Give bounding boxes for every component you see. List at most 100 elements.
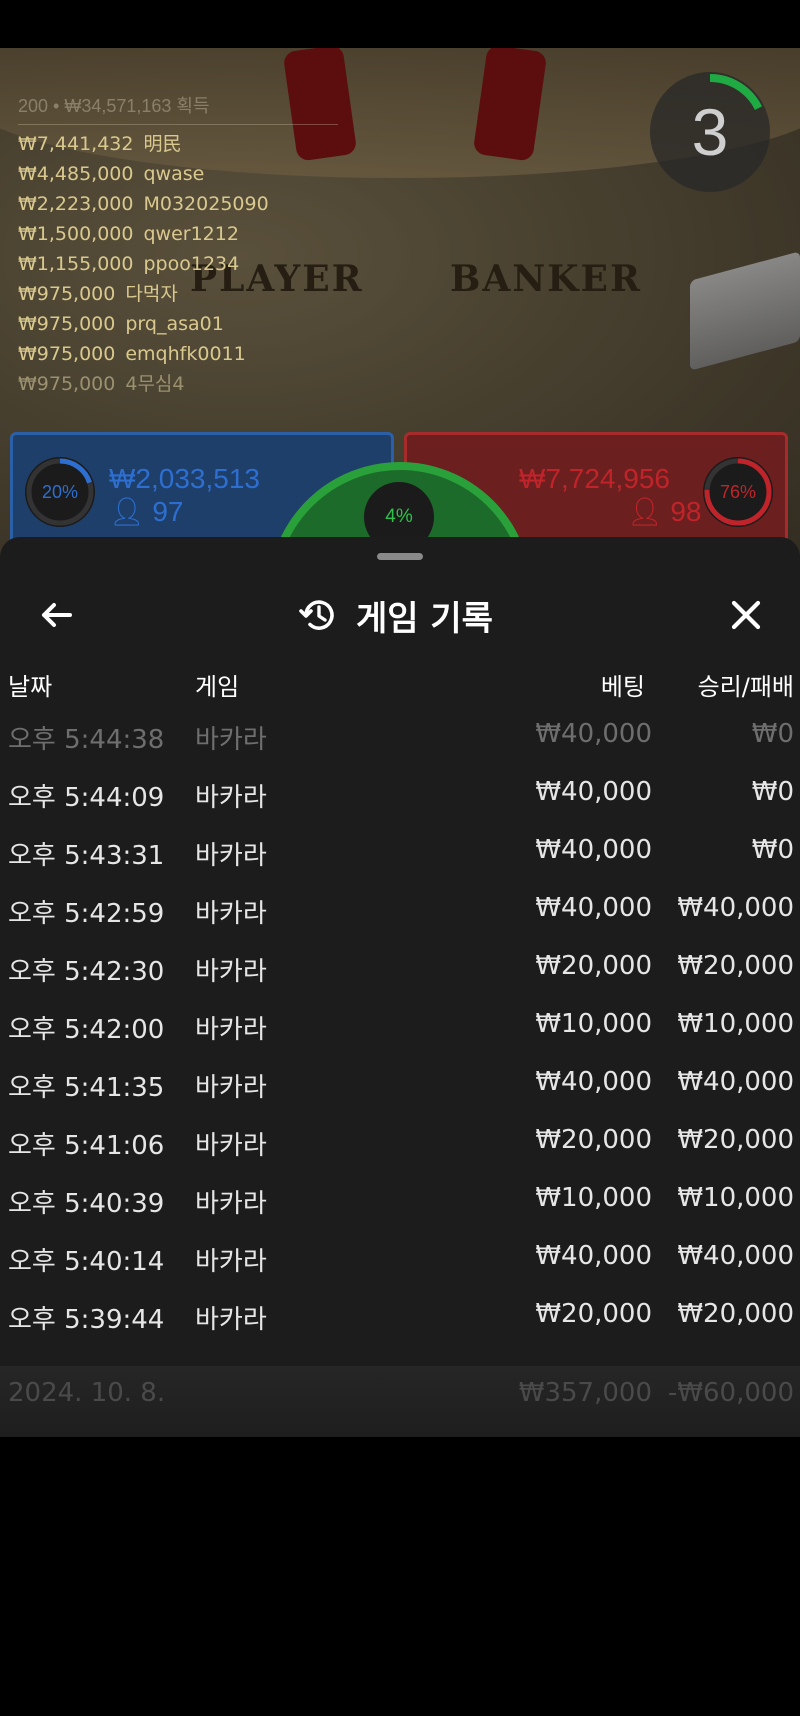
- history-result: ₩40,000: [677, 1067, 794, 1097]
- history-bet: ₩20,000: [535, 1125, 652, 1155]
- person-icon: 👤︎: [109, 496, 145, 527]
- leaderboard-entry: ₩1,500,000 qwer1212: [18, 219, 338, 249]
- leaderboard-name: M032025090: [143, 193, 269, 215]
- history-game: 바카라: [195, 1247, 267, 1277]
- daily-summary-row[interactable]: 2024. 10. 8. ₩357,000 -₩60,000: [0, 1366, 800, 1437]
- history-time: 오후 5:40:14: [8, 1247, 165, 1277]
- history-game: 바카라: [195, 1131, 267, 1161]
- leaderboard-entry: ₩975,000 4무심4: [18, 369, 338, 399]
- history-time: 오후 5:44:38: [8, 725, 165, 755]
- leaderboard-amount: ₩7,441,432: [18, 133, 134, 155]
- history-game: 바카라: [195, 1073, 267, 1103]
- leaderboard-amount: ₩975,000: [18, 343, 116, 365]
- column-header-game[interactable]: 게임: [195, 667, 239, 702]
- player-percent-ring: 20%: [25, 457, 95, 527]
- history-row[interactable]: 오후 5:42:30 바카라 ₩20,000 ₩20,000: [0, 939, 800, 997]
- banker-bet-amount: ₩7,724,956: [519, 463, 670, 494]
- sheet-header: 게임 기록: [0, 577, 800, 653]
- history-result: ₩10,000: [677, 1183, 794, 1213]
- history-time: 오후 5:42:59: [8, 899, 165, 929]
- history-bet: ₩40,000: [535, 719, 652, 749]
- close-button[interactable]: [724, 593, 768, 637]
- history-game: 바카라: [195, 1189, 267, 1219]
- history-game: 바카라: [195, 899, 267, 929]
- history-row[interactable]: 오후 5:39:44 바카라 ₩20,000 ₩20,000: [0, 1287, 800, 1345]
- player-percent: 20%: [41, 482, 79, 502]
- player-bettor-count: 97: [152, 496, 184, 527]
- banker-percent-ring: 76%: [703, 457, 773, 527]
- history-bet: ₩40,000: [535, 1241, 652, 1271]
- history-time: 오후 5:39:44: [8, 1305, 165, 1335]
- leaderboard-entry: ₩1,155,000 ppoo1234: [18, 249, 338, 279]
- history-row[interactable]: 오후 5:42:59 바카라 ₩40,000 ₩40,000: [0, 881, 800, 939]
- history-game: 바카라: [195, 957, 267, 987]
- history-bet: ₩40,000: [535, 777, 652, 807]
- summary-bet-total: ₩357,000: [518, 1378, 652, 1408]
- history-result: ₩0: [751, 777, 794, 807]
- history-time: 오후 5:41:35: [8, 1073, 165, 1103]
- history-row[interactable]: 오후 5:42:00 바카라 ₩10,000 ₩10,000: [0, 997, 800, 1055]
- history-bet: ₩40,000: [535, 835, 652, 865]
- history-result: ₩40,000: [677, 893, 794, 923]
- arrow-left-icon: [42, 603, 72, 627]
- history-game: 바카라: [195, 1015, 267, 1045]
- history-row[interactable]: 오후 5:40:14 바카라 ₩40,000 ₩40,000: [0, 1229, 800, 1287]
- leaderboard-entry: ₩4,485,000 qwase: [18, 159, 338, 189]
- leaderboard-name: ppoo1234: [143, 253, 240, 275]
- history-row[interactable]: 오후 5:41:35 바카라 ₩40,000 ₩40,000: [0, 1055, 800, 1113]
- history-time: 오후 5:41:06: [8, 1131, 165, 1161]
- history-list: 오후 5:44:38 바카라 ₩40,000 ₩0 오후 5:44:09 바카라 ₩40,0…: [0, 707, 800, 1345]
- leaderboard-name: 4무심4: [125, 373, 185, 395]
- leaderboard-entry: ₩2,223,000 M032025090: [18, 189, 338, 219]
- history-bet: ₩10,000: [535, 1183, 652, 1213]
- summary-date: 2024. 10. 8.: [8, 1378, 166, 1408]
- history-row[interactable]: 오후 5:40:39 바카라 ₩10,000 ₩10,000: [0, 1171, 800, 1229]
- history-bet: ₩20,000: [535, 951, 652, 981]
- column-header-bet[interactable]: 베팅: [601, 667, 645, 702]
- summary-result-total: -₩60,000: [667, 1378, 794, 1408]
- history-icon: [299, 600, 334, 630]
- status-bar: [0, 0, 800, 48]
- banker-bet-count: 👤︎ 98: [627, 495, 701, 528]
- leaderboard-amount: ₩2,223,000: [18, 193, 134, 215]
- history-game: 바카라: [195, 783, 267, 813]
- leaderboard-amount: ₩1,155,000: [18, 253, 134, 275]
- history-row[interactable]: 오후 5:44:09 바카라 ₩40,000 ₩0: [0, 765, 800, 823]
- history-bet: ₩10,000: [535, 1009, 652, 1039]
- sheet-drag-handle[interactable]: [377, 553, 423, 560]
- history-result: ₩20,000: [677, 951, 794, 981]
- history-row[interactable]: 오후 5:41:06 바카라 ₩20,000 ₩20,000: [0, 1113, 800, 1171]
- leaderboard-name: qwer1212: [143, 223, 239, 245]
- leaderboard-name: qwase: [143, 163, 205, 185]
- leaderboard-name: emqhfk0011: [125, 343, 246, 365]
- leaderboard-entry: ₩7,441,432 明民: [18, 129, 338, 159]
- history-result: ₩20,000: [677, 1299, 794, 1329]
- leaderboard-amount: ₩975,000: [18, 373, 116, 395]
- game-history-sheet: 게임 기록 날짜 게임 베팅 승리/패배 오후 5:44:38 바카라 ₩40,00…: [0, 537, 800, 1437]
- person-icon: 👤︎: [627, 496, 663, 527]
- banker-percent: 76%: [719, 482, 757, 502]
- history-bet: ₩40,000: [535, 1067, 652, 1097]
- back-button[interactable]: [36, 593, 80, 637]
- leaderboard-name: 明民: [143, 133, 182, 155]
- leaderboard-amount: ₩4,485,000: [18, 163, 134, 185]
- sheet-title: 게임 기록: [356, 598, 493, 639]
- winners-leaderboard: 200 • ₩34,571,163 획득 ₩7,441,432 明民 ₩4,485,…: [18, 92, 338, 399]
- history-time: 오후 5:44:09: [8, 783, 165, 813]
- leaderboard-name: prq_asa01: [125, 313, 224, 335]
- history-game: 바카라: [195, 1305, 267, 1335]
- column-header-date[interactable]: 날짜: [8, 667, 52, 702]
- leaderboard-amount: ₩1,500,000: [18, 223, 134, 245]
- history-row[interactable]: 오후 5:44:38 바카라 ₩40,000 ₩0: [0, 707, 800, 765]
- leaderboard-amount: ₩975,000: [18, 313, 116, 335]
- leaderboard-entry: ₩975,000 prq_asa01: [18, 309, 338, 339]
- countdown-value: 3: [691, 95, 729, 169]
- history-game: 바카라: [195, 841, 267, 871]
- column-header-result[interactable]: 승리/패배: [698, 667, 794, 702]
- history-game: 바카라: [195, 725, 267, 755]
- close-icon: [731, 600, 761, 630]
- history-row[interactable]: 오후 5:43:31 바카라 ₩40,000 ₩0: [0, 823, 800, 881]
- history-time: 오후 5:42:00: [8, 1015, 165, 1045]
- history-bet: ₩20,000: [535, 1299, 652, 1329]
- history-time: 오후 5:40:39: [8, 1189, 165, 1219]
